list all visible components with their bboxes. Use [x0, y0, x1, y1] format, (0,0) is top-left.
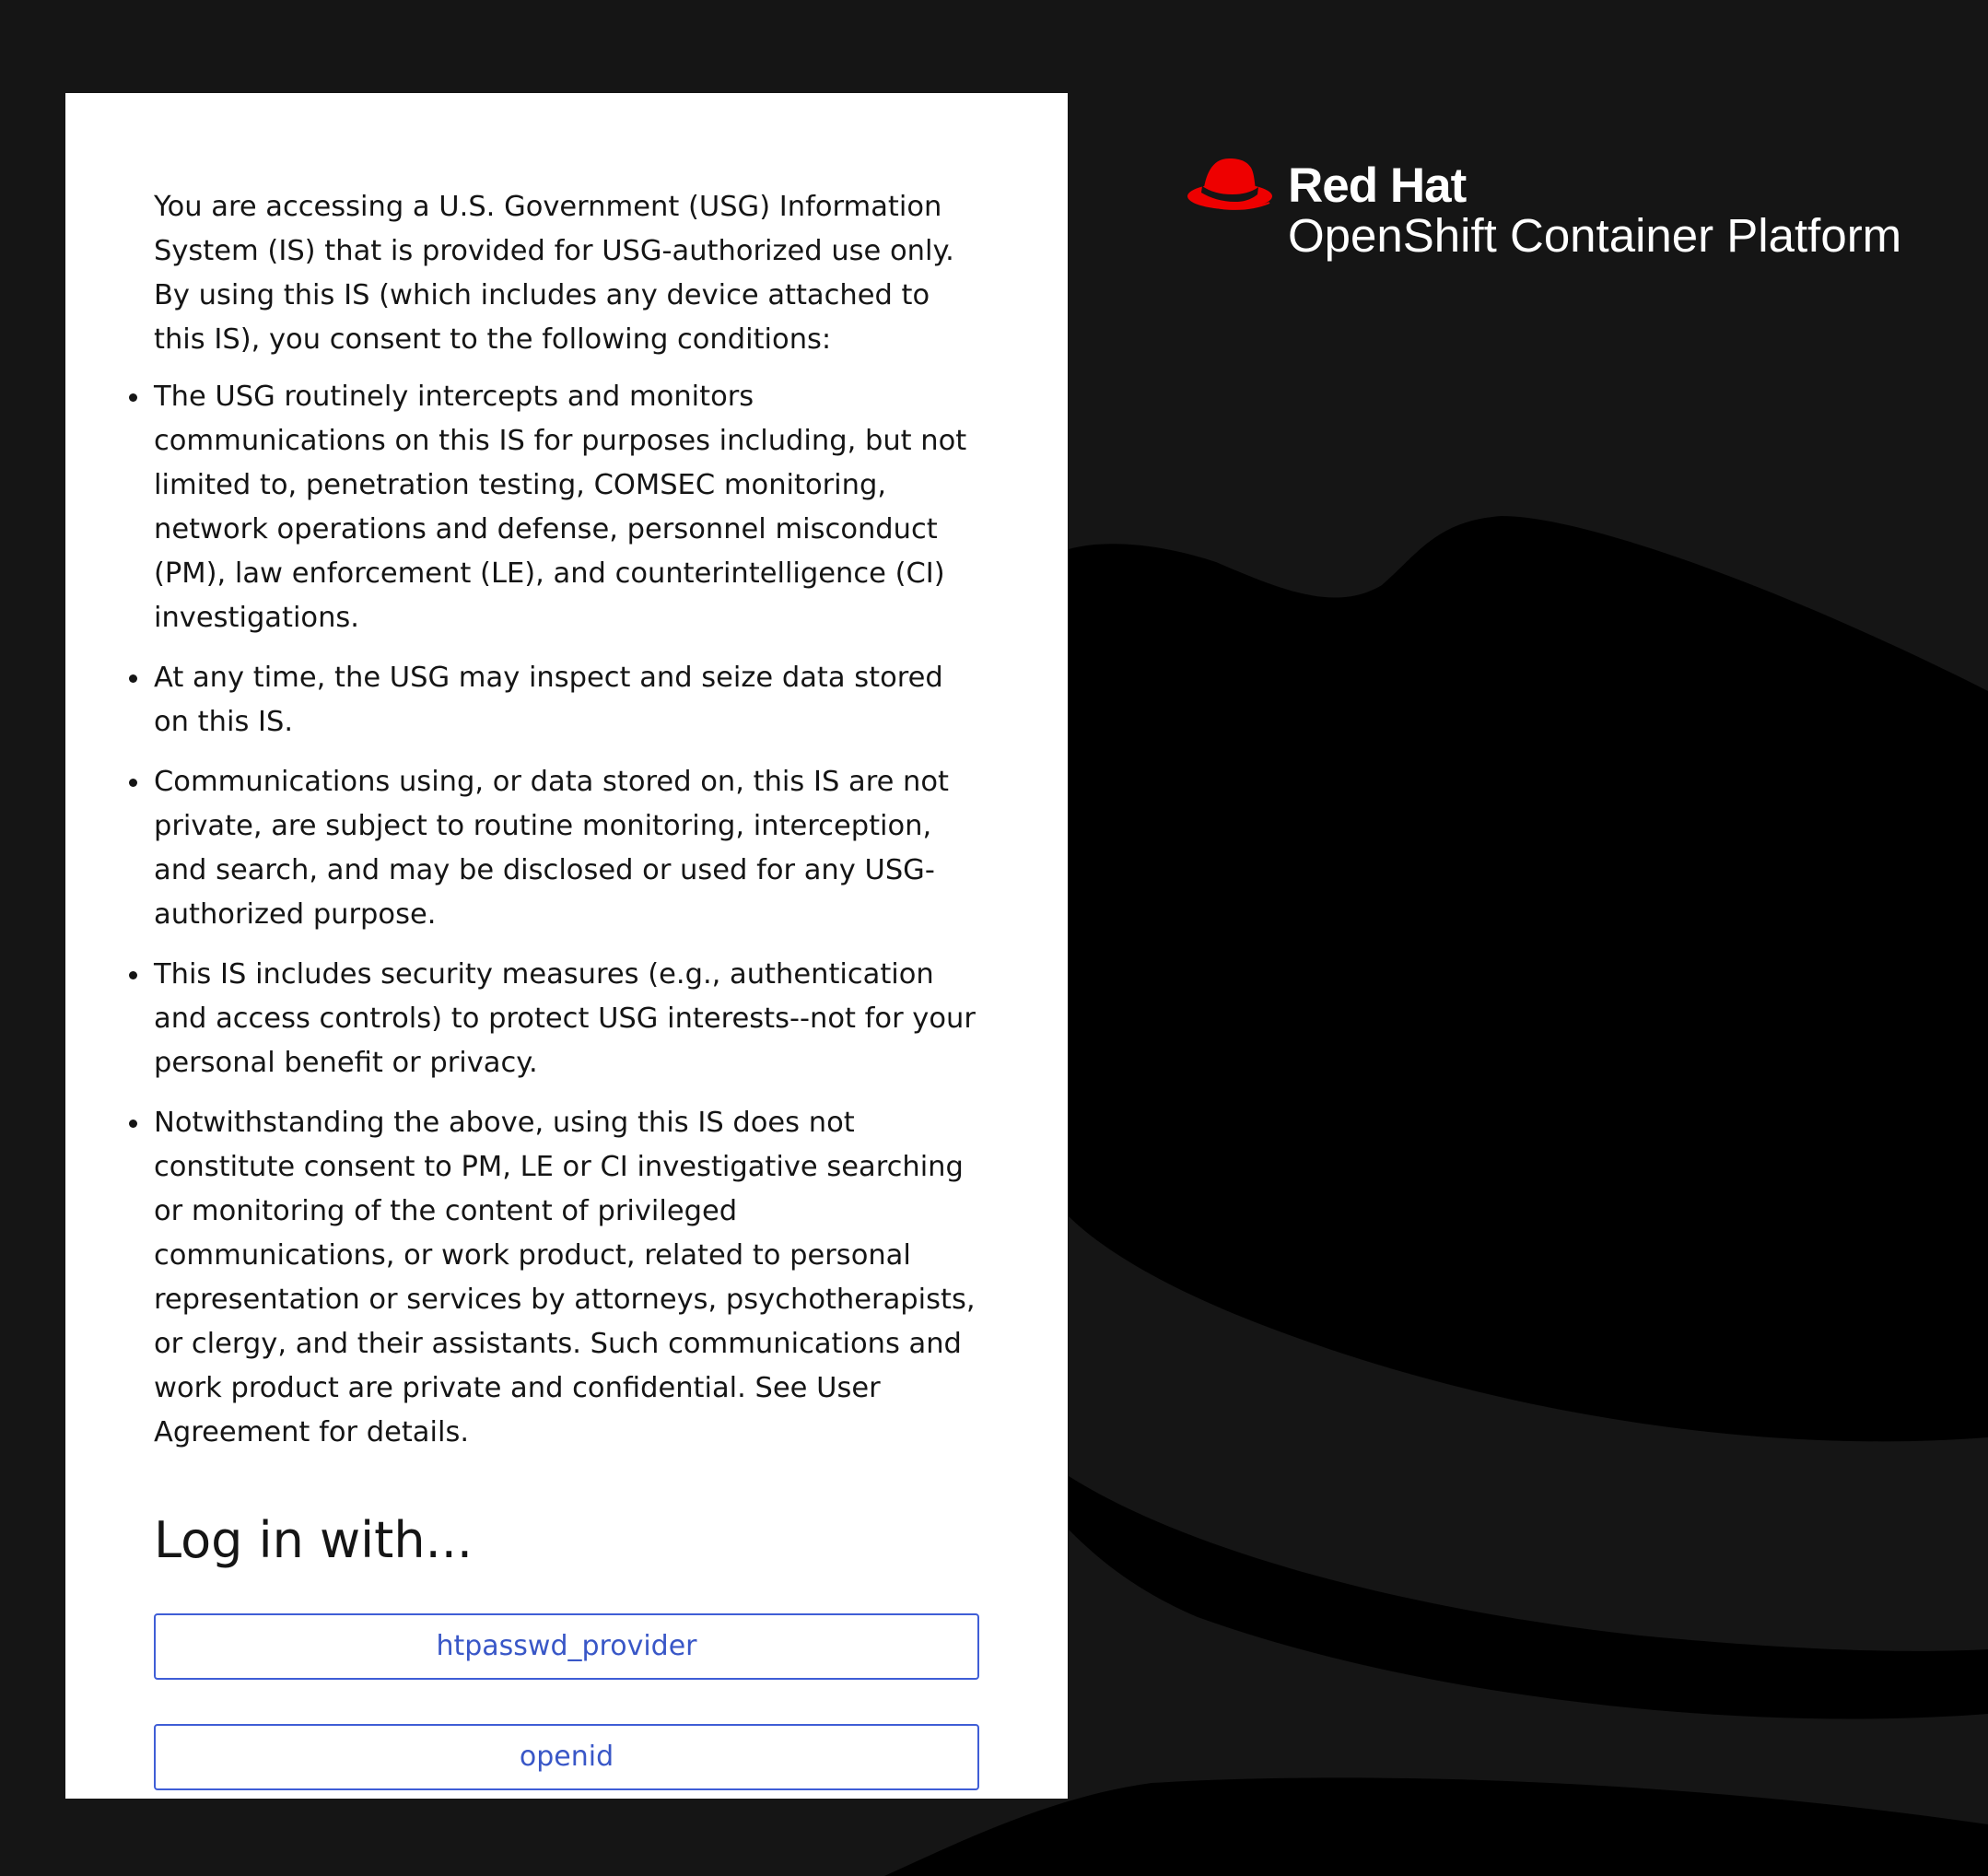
- login-title: Log in with...: [154, 1511, 474, 1569]
- login-card: You are accessing a U.S. Government (USG…: [65, 93, 1068, 1799]
- provider-list: htpasswd_provider openid: [154, 1613, 979, 1790]
- brand-company-name: Red Hat: [1288, 158, 1467, 213]
- notice-item: At any time, the USG may inspect and sei…: [129, 656, 979, 745]
- notice-item: Communications using, or data stored on,…: [129, 760, 979, 937]
- red-hat-logo-icon: [1186, 158, 1274, 211]
- notice-item: This IS includes security measures (e.g.…: [129, 953, 979, 1085]
- htpasswd-provider-button[interactable]: htpasswd_provider: [154, 1613, 979, 1680]
- openid-provider-button[interactable]: openid: [154, 1724, 979, 1790]
- notice-item: The USG routinely intercepts and monitor…: [129, 375, 979, 640]
- background-shape-band: [1069, 1476, 1988, 1719]
- brand-product-name: OpenShift Container Platform: [1288, 208, 1901, 264]
- background-shape-upper: [1069, 516, 1988, 1442]
- notice-list: The USG routinely intercepts and monitor…: [129, 375, 979, 1455]
- brand-product-rest: Container Platform: [1496, 209, 1902, 262]
- notice-item: Notwithstanding the above, using this IS…: [129, 1101, 979, 1455]
- brand-product-strong: OpenShift: [1288, 209, 1497, 262]
- notice-intro: You are accessing a U.S. Government (USG…: [154, 191, 954, 356]
